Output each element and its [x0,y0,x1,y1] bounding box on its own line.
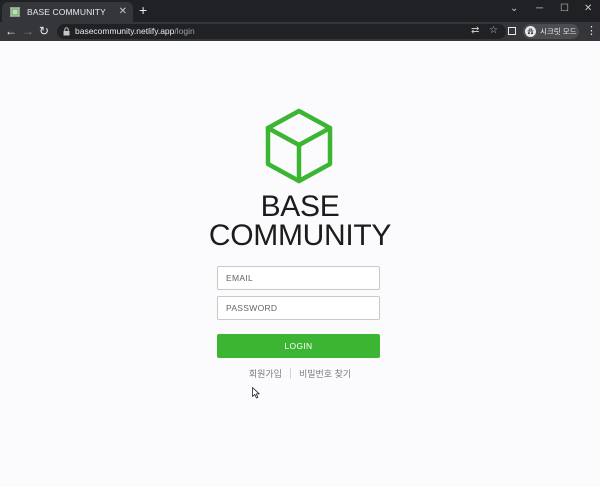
brand-line-1: BASE [260,190,340,223]
favicon-icon [10,7,20,17]
tab-search-icon[interactable]: ⌄ [510,3,518,15]
forward-icon[interactable]: → [22,24,34,38]
menu-icon[interactable]: ⋮ [586,24,597,38]
reload-icon[interactable]: ↻ [39,24,49,38]
tab-close-icon[interactable]: ✕ [119,6,127,18]
lock-icon [63,27,70,36]
new-tab-button[interactable]: + [139,3,147,17]
browser-titlebar: BASE COMMUNITY ✕ + ⌄ ─ ☐ ✕ [0,0,600,22]
password-field[interactable] [217,296,380,320]
side-panel-icon[interactable] [508,27,516,35]
tab-title: BASE COMMUNITY [27,7,106,17]
bookmark-star-icon[interactable]: ☆ [489,25,498,37]
translate-icon[interactable]: ⇄ [471,25,479,37]
close-window-icon[interactable]: ✕ [584,3,592,15]
link-divider [289,367,291,379]
url-path: /login [174,26,195,36]
signup-link[interactable]: 회원가입 [249,367,282,380]
cube-logo-icon [265,108,333,184]
incognito-badge[interactable]: 시크릿 모드 [523,24,579,39]
find-password-link[interactable]: 비밀번호 찾기 [299,367,351,380]
maximize-icon[interactable]: ☐ [560,3,569,15]
auth-links: 회원가입 비밀번호 찾기 [200,366,400,380]
minimize-icon[interactable]: ─ [536,3,543,15]
url-domain: basecommunity.netlify.app [75,26,175,36]
url-text: basecommunity.netlify.app/login [75,26,195,36]
brand-title: BASE COMMUNITY [150,190,450,252]
email-field[interactable] [217,266,380,290]
login-button[interactable]: LOGIN [217,334,380,358]
incognito-icon [525,26,536,37]
address-bar[interactable]: basecommunity.netlify.app/login ⇄ ☆ [57,24,506,39]
browser-tab[interactable]: BASE COMMUNITY ✕ [2,2,133,22]
mouse-cursor-icon [252,387,260,399]
incognito-label: 시크릿 모드 [540,27,577,36]
back-icon[interactable]: ← [5,24,17,38]
brand-line-2: COMMUNITY [208,219,392,252]
login-page: BASE COMMUNITY LOGIN 회원가입 비밀번호 찾기 [0,41,600,487]
browser-toolbar: ← → ↻ basecommunity.netlify.app/login ⇄ … [0,22,600,41]
